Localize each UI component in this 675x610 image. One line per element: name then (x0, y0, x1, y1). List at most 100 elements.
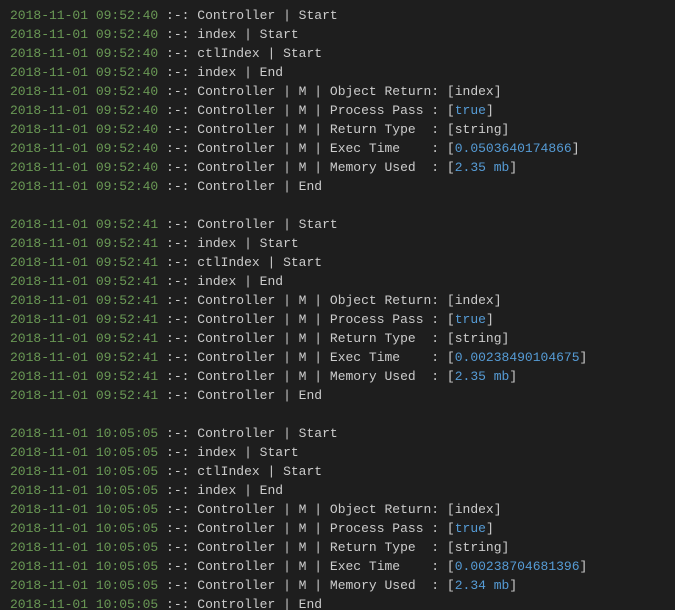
log-timestamp: 2018-11-01 09:52:40 (10, 27, 158, 42)
log-timestamp: 2018-11-01 10:05:05 (10, 521, 158, 536)
log-timestamp: 2018-11-01 10:05:05 (10, 502, 158, 517)
log-separator: :-: (166, 331, 189, 346)
log-message: Controller | Start (197, 8, 337, 23)
log-line: 2018-11-01 10:05:05 :-: ctlIndex | Start (10, 462, 665, 481)
log-line: 2018-11-01 09:52:40 :-: Controller | M |… (10, 101, 665, 120)
log-separator: :-: (166, 293, 189, 308)
log-value: string (455, 540, 502, 555)
log-line: 2018-11-01 09:52:41 :-: index | Start (10, 234, 665, 253)
log-message: ctlIndex | Start (197, 255, 322, 270)
log-bracket-close: ] (572, 141, 580, 156)
log-separator: :-: (166, 597, 189, 610)
log-line: 2018-11-01 10:05:05 :-: Controller | M |… (10, 500, 665, 519)
log-timestamp: 2018-11-01 09:52:40 (10, 179, 158, 194)
log-message: index | Start (197, 236, 298, 251)
log-message: Controller | M | Memory Used : [ (197, 160, 454, 175)
log-bracket-close: ] (580, 350, 588, 365)
log-timestamp: 2018-11-01 09:52:40 (10, 8, 158, 23)
log-message: Controller | M | Exec Time : [ (197, 141, 454, 156)
log-timestamp: 2018-11-01 10:05:05 (10, 559, 158, 574)
log-timestamp: 2018-11-01 09:52:41 (10, 255, 158, 270)
log-timestamp: 2018-11-01 10:05:05 (10, 445, 158, 460)
log-line: 2018-11-01 09:52:41 :-: Controller | M |… (10, 291, 665, 310)
log-bracket-close: ] (502, 331, 510, 346)
log-separator: :-: (166, 426, 189, 441)
log-timestamp: 2018-11-01 10:05:05 (10, 578, 158, 593)
log-value: string (455, 331, 502, 346)
log-message: index | End (197, 274, 283, 289)
log-line: 2018-11-01 09:52:40 :-: Controller | End (10, 177, 665, 196)
log-separator: :-: (166, 141, 189, 156)
log-timestamp: 2018-11-01 10:05:05 (10, 540, 158, 555)
log-line: 2018-11-01 09:52:40 :-: Controller | M |… (10, 158, 665, 177)
log-line: 2018-11-01 09:52:40 :-: Controller | Sta… (10, 6, 665, 25)
log-separator: :-: (166, 27, 189, 42)
log-timestamp: 2018-11-01 10:05:05 (10, 483, 158, 498)
log-message: index | Start (197, 27, 298, 42)
log-bracket-close: ] (580, 559, 588, 574)
log-separator: :-: (166, 65, 189, 80)
log-line: 2018-11-01 09:52:40 :-: index | Start (10, 25, 665, 44)
log-separator: :-: (166, 559, 189, 574)
log-bracket-close: ] (486, 521, 494, 536)
log-line: 2018-11-01 09:52:40 :-: Controller | M |… (10, 120, 665, 139)
log-value: index (455, 502, 494, 517)
log-separator: :-: (166, 274, 189, 289)
log-line: 2018-11-01 09:52:41 :-: Controller | M |… (10, 310, 665, 329)
log-timestamp: 2018-11-01 09:52:41 (10, 331, 158, 346)
log-message: Controller | Start (197, 426, 337, 441)
log-message: Controller | M | Object Return: [ (197, 84, 454, 99)
log-separator: :-: (166, 160, 189, 175)
log-blank-line (10, 405, 665, 424)
log-separator: :-: (166, 255, 189, 270)
log-separator: :-: (166, 236, 189, 251)
log-line: 2018-11-01 09:52:41 :-: Controller | End (10, 386, 665, 405)
log-message: Controller | M | Exec Time : [ (197, 350, 454, 365)
log-timestamp: 2018-11-01 09:52:40 (10, 160, 158, 175)
log-timestamp: 2018-11-01 09:52:41 (10, 293, 158, 308)
log-line: 2018-11-01 09:52:41 :-: Controller | Sta… (10, 215, 665, 234)
log-separator: :-: (166, 179, 189, 194)
log-message: index | Start (197, 445, 298, 460)
log-blank-line (10, 196, 665, 215)
log-timestamp: 2018-11-01 09:52:40 (10, 46, 158, 61)
log-value: true (455, 103, 486, 118)
log-separator: :-: (166, 540, 189, 555)
log-timestamp: 2018-11-01 09:52:40 (10, 103, 158, 118)
log-line: 2018-11-01 09:52:41 :-: Controller | M |… (10, 367, 665, 386)
log-line: 2018-11-01 10:05:05 :-: Controller | M |… (10, 538, 665, 557)
log-message: index | End (197, 65, 283, 80)
log-separator: :-: (166, 464, 189, 479)
log-separator: :-: (166, 445, 189, 460)
log-bracket-close: ] (509, 369, 517, 384)
log-line: 2018-11-01 10:05:05 :-: Controller | M |… (10, 576, 665, 595)
log-line: 2018-11-01 10:05:05 :-: Controller | End (10, 595, 665, 610)
log-message: Controller | End (197, 597, 322, 610)
log-message: Controller | M | Process Pass : [ (197, 103, 454, 118)
log-message: index | End (197, 483, 283, 498)
log-timestamp: 2018-11-01 09:52:41 (10, 388, 158, 403)
log-value: 0.0503640174866 (455, 141, 572, 156)
log-message: Controller | End (197, 179, 322, 194)
log-line: 2018-11-01 09:52:40 :-: Controller | M |… (10, 82, 665, 101)
log-bracket-close: ] (502, 540, 510, 555)
log-bracket-close: ] (494, 293, 502, 308)
log-timestamp: 2018-11-01 10:05:05 (10, 597, 158, 610)
log-timestamp: 2018-11-01 09:52:41 (10, 312, 158, 327)
log-bracket-close: ] (494, 502, 502, 517)
log-separator: :-: (166, 369, 189, 384)
log-value: 2.35 mb (455, 369, 510, 384)
log-bracket-close: ] (509, 160, 517, 175)
log-timestamp: 2018-11-01 09:52:40 (10, 84, 158, 99)
log-value: index (455, 84, 494, 99)
log-line: 2018-11-01 09:52:40 :-: index | End (10, 63, 665, 82)
log-separator: :-: (166, 46, 189, 61)
log-timestamp: 2018-11-01 09:52:41 (10, 369, 158, 384)
log-line: 2018-11-01 10:05:05 :-: index | Start (10, 443, 665, 462)
log-timestamp: 2018-11-01 10:05:05 (10, 464, 158, 479)
log-output: 2018-11-01 09:52:40 :-: Controller | Sta… (0, 0, 675, 610)
log-message: Controller | M | Memory Used : [ (197, 578, 454, 593)
log-value: 2.34 mb (455, 578, 510, 593)
log-value: string (455, 122, 502, 137)
log-line: 2018-11-01 09:52:40 :-: Controller | M |… (10, 139, 665, 158)
